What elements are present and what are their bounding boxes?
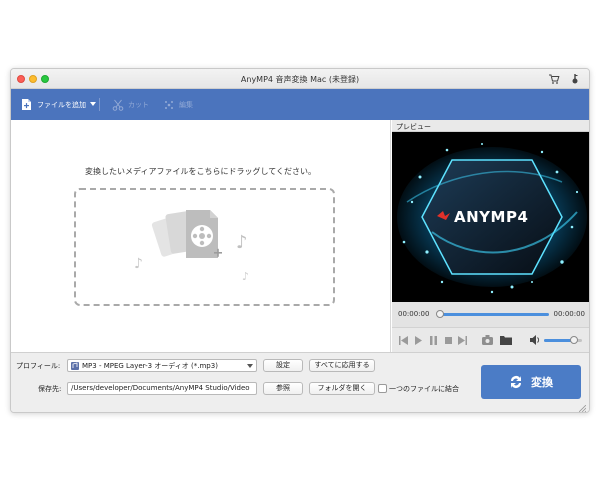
playback-controls [392, 327, 589, 352]
volume-icon[interactable] [530, 335, 541, 345]
edit-effects-icon [165, 100, 173, 109]
cut-label: カット [128, 100, 149, 109]
volume-handle[interactable] [570, 336, 579, 344]
browse-button[interactable]: 参照 [263, 382, 303, 395]
convert-arrows-icon [511, 376, 521, 388]
edit-label: 編集 [179, 100, 193, 109]
toolbar-separator [99, 98, 100, 111]
svg-text:♪: ♪ [134, 256, 143, 272]
previous-icon[interactable] [399, 336, 408, 345]
profile-label: プロフィール: [16, 362, 61, 370]
save-path-input[interactable]: /Users/developer/Documents/AnyMP4 Studio… [67, 382, 257, 395]
svg-text:♪: ♪ [242, 270, 249, 283]
open-folder-button[interactable]: フォルダを開く [309, 382, 375, 395]
time-total: 00:00:00 [553, 310, 585, 318]
seek-area: 00:00:00 00:00:00 [392, 302, 589, 327]
resize-grip-icon[interactable] [579, 405, 586, 412]
preview-header: プレビュー [392, 120, 589, 132]
drop-hint: 変換したいメディアファイルをこちらにドラッグしてください。 [85, 167, 316, 176]
cart-icon[interactable] [548, 73, 560, 85]
stop-icon[interactable] [444, 336, 453, 345]
video-preview: ANYMP4 [392, 132, 589, 302]
toolbar: ファイルを追加 カット 編集 [11, 89, 589, 120]
seek-handle[interactable] [436, 310, 444, 318]
save-to-label: 保存先: [38, 385, 62, 393]
output-settings: プロフィール: MP3 - MPEG Layer-3 オーディオ (*.mp3)… [11, 352, 589, 412]
file-list-area[interactable]: 変換したいメディアファイルをこちらにドラッグしてください。 ♪ ♪ ♪ [11, 120, 391, 352]
apply-to-all-button[interactable]: すべてに応用する [309, 359, 375, 372]
edit-button[interactable]: 編集 [163, 89, 193, 120]
snapshot-icon[interactable] [482, 335, 493, 345]
brand-text: ANYMP4 [454, 208, 529, 226]
audio-format-icon [71, 362, 79, 370]
profile-value: MP3 - MPEG Layer-3 オーディオ (*.mp3) [82, 362, 218, 370]
preview-panel: プレビュー ANYMP4 00:00:00 00:00:00 [392, 120, 589, 352]
cut-button[interactable]: カット [112, 89, 149, 120]
merge-label: 一つのファイルに結合 [389, 385, 459, 393]
add-file-label: ファイルを追加 [37, 100, 86, 109]
time-current: 00:00:00 [398, 310, 430, 318]
add-file-icon [22, 99, 31, 110]
add-file-dropdown-icon[interactable] [90, 102, 96, 107]
window-title: AnyMP4 音声変換 Mac (未登録) [240, 75, 360, 84]
register-key-icon[interactable] [569, 73, 581, 85]
drop-zone[interactable]: ♪ ♪ ♪ [74, 188, 335, 306]
media-files-icon: ♪ ♪ ♪ [134, 210, 249, 283]
pause-icon[interactable] [429, 336, 438, 345]
settings-button[interactable]: 設定 [263, 359, 303, 372]
title-bar: AnyMP4 音声変換 Mac (未登録) [11, 69, 589, 89]
folder-icon[interactable] [500, 335, 512, 345]
convert-button[interactable]: 変換 [481, 365, 581, 399]
title-icons [548, 73, 581, 85]
scissors-icon [112, 99, 124, 111]
add-file-button[interactable]: ファイルを追加 [21, 89, 86, 120]
chevron-down-icon [247, 364, 253, 368]
play-icon[interactable] [414, 336, 423, 345]
app-window: AnyMP4 音声変換 Mac (未登録) ファイルを追加 カット 編集 変換し… [10, 68, 590, 413]
convert-label: 変換 [531, 376, 553, 389]
merge-checkbox[interactable] [378, 384, 387, 393]
next-icon[interactable] [458, 336, 467, 345]
profile-select[interactable]: MP3 - MPEG Layer-3 オーディオ (*.mp3) [67, 359, 257, 372]
svg-text:♪: ♪ [236, 232, 248, 253]
seek-track[interactable] [439, 313, 549, 316]
